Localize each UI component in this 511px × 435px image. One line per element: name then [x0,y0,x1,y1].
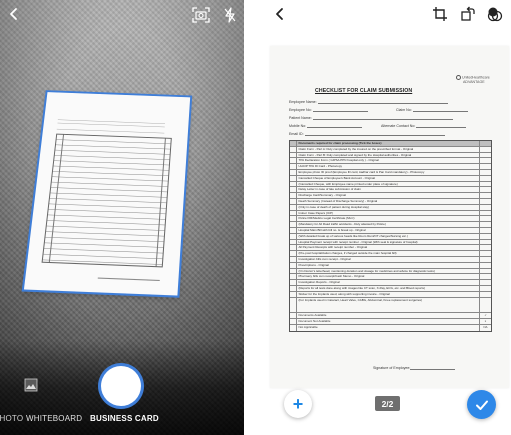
field-employee-name: Employee Name: [289,100,448,104]
checkbox [479,170,491,175]
checklist-item: TPA Declaration Form ( GIPSA PPN hospita… [297,158,479,163]
field-alternate-contact: Alternate Contact No: [381,124,466,128]
detected-document [24,92,190,295]
checkbox [479,240,491,245]
checklist-item: Death Summary (Instead of Discharge Summ… [297,199,479,204]
checklist-item: Delay Letter in case of late submission … [297,187,479,192]
field-employee-no: Employee No: [289,108,368,112]
flash-off-icon[interactable] [220,5,240,25]
checklist-item: Indoor Case Papers (ICP) [297,211,479,216]
screenshot: PHOTO WHITEBOARD BUSINESS CARD [0,0,511,435]
checklist-item: (On Doctor's letterhead, mentioning dura… [297,269,479,274]
mode-photo[interactable]: PHOTO [0,414,23,423]
checkbox [479,211,491,216]
checkbox [479,286,491,291]
checklist-item: Investigation Reports - Original [297,280,479,285]
checkbox [479,199,491,204]
checklist-item: Pharmacy bills cum receipt/Cash Memo - O… [297,274,479,279]
checkbox [479,205,491,210]
scan-review-panel: UnitedHealthcare ADVANTAGE CHECKLIST FOR… [262,0,511,435]
capture-mode-selector: PHOTO WHITEBOARD BUSINESS CARD [0,414,244,428]
checklist-item: Prescriptions - Original [297,263,479,268]
checkbox [479,182,491,187]
checklist-item: Claim Form - Part A: Duly completed by t… [297,147,479,152]
field-mobile-no: Mobile No: [289,124,362,128]
checkbox [479,222,491,227]
checklist-item: Discharge Card/Summary - Original [297,193,479,198]
employee-signature-line: Signature of Employee: [373,366,410,370]
camera-switch-icon[interactable] [190,5,212,25]
legend-label: Documents Available [297,313,479,318]
checkbox [479,234,491,239]
checkbox [479,245,491,250]
checkbox [479,280,491,285]
done-button[interactable] [467,390,496,419]
checklist-item: (Mandatory for All Road traffic accident… [297,222,479,227]
checklist-item: (With detailed break up of various heads… [297,234,479,239]
gallery-icon[interactable] [24,378,38,392]
checklist-item: Cancelled Cheque of Employee's Bank Acco… [297,176,479,181]
field-claim-no: Claim No: [396,108,468,112]
checklist-item: UHCIP TPA ID Card - Photocopy [297,164,479,169]
checklist-item: Police FIR/Medico Legal Certificate (MLC… [297,216,479,221]
page-counter: 2/2 [375,396,400,411]
checkbox [479,164,491,169]
rotate-icon[interactable] [458,4,478,24]
checkbox [479,193,491,198]
checklist-item: Hospital Main Bill with bill no. & break… [297,228,479,233]
camera-capture-panel: PHOTO WHITEBOARD BUSINESS CARD [0,0,244,435]
checkbox [479,158,491,163]
back-arrow-icon[interactable] [270,4,290,24]
add-page-button[interactable]: + [284,390,312,418]
checkbox [479,269,491,274]
checklist-item: (Reports for all tests done along with i… [297,286,479,291]
checkbox [479,216,491,221]
add-icon: + [293,395,304,413]
filter-icon[interactable] [485,4,505,24]
legend-label: Document Not Available [297,319,479,324]
document-title: CHECKLIST FOR CLAIM SUBMISSION [315,88,412,94]
checkbox [479,187,491,192]
checklist-item: All Payment Receipts with receipt number… [297,245,479,250]
checkbox [479,251,491,256]
legend-mark: ✓ [479,313,491,318]
mode-whiteboard[interactable]: WHITEBOARD [26,414,82,423]
checklist-item: (Pre-post hospitalization charges, if ch… [297,251,479,256]
checklist-item: Investigation bills cum receipt - Origin… [297,257,479,262]
checkbox [479,147,491,152]
crop-icon[interactable] [430,4,450,24]
checkbox [479,274,491,279]
checkbox [479,176,491,181]
legend-mark: x [479,319,491,324]
checklist-item: (Cancelled Cheque, with Employee name pr… [297,182,479,187]
check-icon [474,397,490,413]
field-patient-name: Patient Name: [289,116,453,120]
checklist-item: (Only in case of death of patient during… [297,205,479,210]
checkbox [479,263,491,268]
back-arrow-icon[interactable] [4,4,24,24]
document-table [42,134,172,268]
checklist-item: Hospital Payment receipt with receipt nu… [297,240,479,245]
checkbox [479,153,491,158]
scanned-page: UnitedHealthcare ADVANTAGE CHECKLIST FOR… [270,46,509,388]
checklist-item: Claim Form - Part B: Duly completed and … [297,153,479,158]
legend-row: Not Applicable NA [290,325,491,331]
shutter-button[interactable] [101,366,141,406]
checklist-item: Sticker for the Implants used, along wit… [297,292,479,297]
legend-label: Not Applicable [297,325,479,331]
field-email: Email ID: [289,132,445,136]
legend-mark: NA [479,325,491,331]
checkbox [479,228,491,233]
checklist-item: Employee photo ID proof (Employee ID car… [297,170,479,175]
checklist-table: Documents required for claim processing … [289,140,492,332]
document-logo: UnitedHealthcare ADVANTAGE [456,75,490,84]
mode-business-card[interactable]: BUSINESS CARD [90,414,159,423]
checkbox [479,257,491,262]
checkbox [479,292,491,297]
